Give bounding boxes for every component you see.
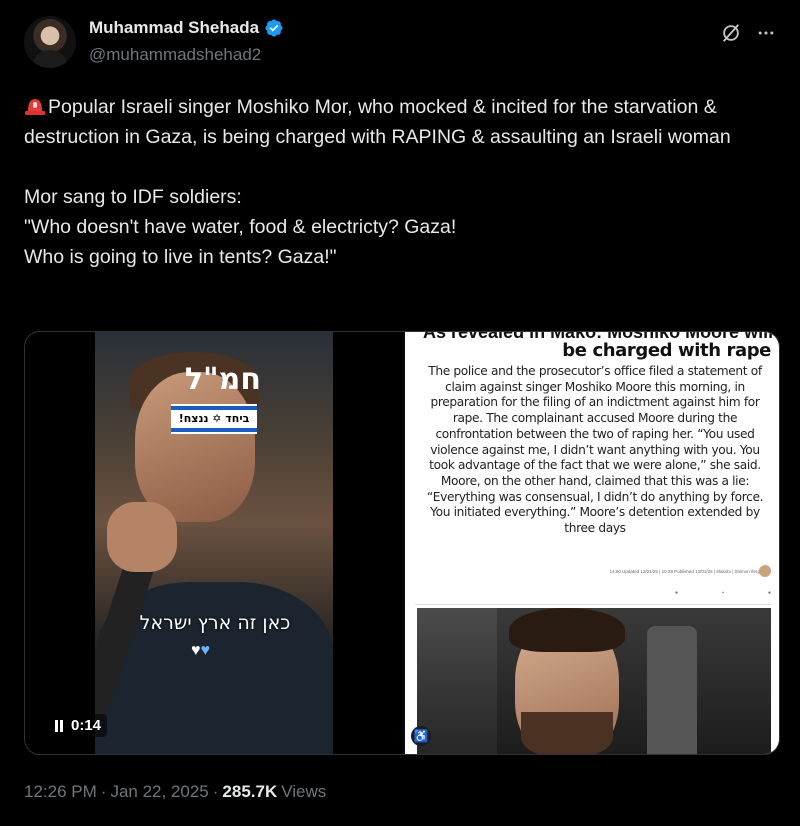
photo-person-hair <box>509 608 625 652</box>
hearts-emoji: ♥♥ <box>191 642 210 660</box>
car-seat <box>647 626 697 754</box>
pause-icon[interactable] <box>53 719 65 733</box>
verified-badge-icon <box>265 19 283 37</box>
flag-text: ביחד ✡ ננצח! <box>178 412 250 425</box>
media-container: חמ"ל ביחד ✡ ננצח! כאן זה ארץ ישראל ♥♥ 0:… <box>24 331 780 755</box>
header-actions <box>720 22 776 44</box>
video-frame[interactable]: חמ"ל ביחד ✡ ננצח! כאן זה ארץ ישראל ♥♥ <box>95 332 333 754</box>
article-author-avatar <box>759 565 771 577</box>
video-person-hand <box>107 502 177 572</box>
video-player[interactable]: חמ"ל ביחד ✡ ננצח! כאן זה ארץ ישראל ♥♥ 0:… <box>25 332 403 754</box>
print-icon: ▪ <box>722 590 724 596</box>
article-screenshot[interactable]: As revealed in Mako: Moshiko Moore will … <box>405 332 779 754</box>
israel-flag-icon: ביחד ✡ ננצח! <box>171 404 257 434</box>
article-divider <box>415 604 771 605</box>
author-display-name[interactable]: Muhammad Shehada <box>89 18 259 38</box>
video-time: 0:14 <box>71 717 102 734</box>
article-actions: ● ▪ ● <box>675 590 771 596</box>
tweet-time[interactable]: 12:26 PM <box>24 782 97 802</box>
tweet-paragraph-1: Popular Israeli singer Moshiko Mor, who … <box>24 92 764 152</box>
comment-icon: ● <box>675 590 679 596</box>
article-photo <box>417 608 771 754</box>
avatar[interactable] <box>24 16 76 68</box>
author-handle[interactable]: @muhammadshehad2 <box>89 45 261 65</box>
tweet-footer: 12:26 PM · Jan 22, 2025 · 285.7K Views <box>24 782 326 802</box>
video-timer[interactable]: 0:14 <box>47 714 108 737</box>
article-body: The police and the prosecutor’s office f… <box>426 364 764 536</box>
photo-person-beard <box>521 712 613 754</box>
grok-icon[interactable] <box>720 22 742 44</box>
tweet-line-2: Mor sang to IDF soldiers: "Who doesn't h… <box>24 186 457 268</box>
views-count: 285.7K <box>222 782 278 801</box>
author-name-row: Muhammad Shehada <box>89 18 284 38</box>
video-flag-label: חמ"ל <box>184 362 261 397</box>
footer-separator: · <box>100 782 107 801</box>
white-heart-icon: ♥ <box>191 642 201 659</box>
footer-separator: · <box>212 782 219 801</box>
more-icon[interactable] <box>756 23 776 43</box>
tweet-text: Popular Israeli singer Moshiko Mor, who … <box>24 92 764 272</box>
accessibility-icon[interactable]: ♿ <box>411 726 431 746</box>
blue-heart-icon: ♥ <box>200 642 211 659</box>
video-overlay-text: כאן זה ארץ ישראל <box>139 612 291 634</box>
tweet-header: Muhammad Shehada @muhammadshehad2 <box>24 14 784 74</box>
police-light-icon <box>25 99 45 115</box>
views-label: Views <box>281 782 327 801</box>
tweet-date[interactable]: Jan 22, 2025 <box>110 782 208 802</box>
tweet-line-1: Popular Israeli singer Moshiko Mor, who … <box>24 96 731 148</box>
article-headline: be charged with rape <box>562 340 771 361</box>
share-icon: ● <box>767 590 771 596</box>
article-meta: 14:50 Updated 12/01/25 | 10:28 Published… <box>609 569 765 574</box>
